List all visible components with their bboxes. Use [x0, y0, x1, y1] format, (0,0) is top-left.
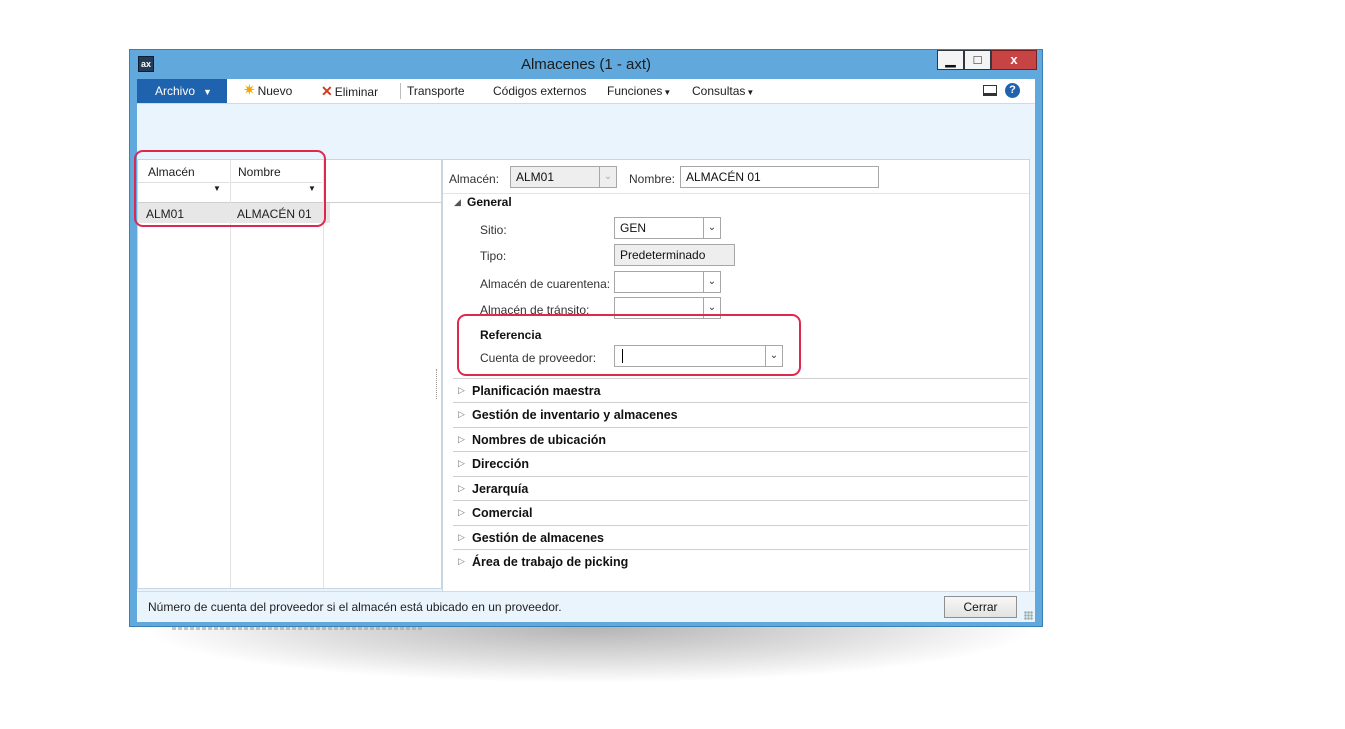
menu-separator: [400, 83, 401, 99]
fasttab-gestion-almacenes-title: Gestión de almacenes: [472, 531, 605, 545]
expand-triangle-icon: ▷: [458, 532, 465, 542]
chevron-down-icon[interactable]: ⌄: [703, 218, 720, 238]
resize-grip-icon[interactable]: [1024, 611, 1033, 620]
nombre-value: ALMACÉN 01: [686, 170, 761, 184]
fasttab-nombres-ubicacion[interactable]: ▷ Nombres de ubicación: [453, 427, 1028, 452]
dropdown-arrow-icon: ▼: [746, 88, 755, 97]
fasttab-direccion-title: Dirección: [472, 457, 529, 471]
fasttab-gestion-inventario-title: Gestión de inventario y almacenes: [472, 408, 678, 422]
funciones-label: Funciones: [607, 84, 663, 98]
layout-icon[interactable]: [983, 85, 997, 96]
status-bar: Número de cuenta del proveedor si el alm…: [137, 591, 1035, 622]
nombre-label: Nombre:: [629, 172, 676, 186]
cuarentena-field[interactable]: ⌄: [614, 271, 721, 293]
codigos-externos-button[interactable]: Códigos externos: [493, 79, 586, 103]
fasttab-jerarquia-title: Jerarquía: [472, 482, 529, 496]
section-general-title[interactable]: General: [467, 195, 512, 209]
splitter-handle[interactable]: [436, 369, 440, 399]
window-title: Almacenes (1 - axt): [520, 56, 652, 73]
expand-triangle-icon: ▷: [458, 385, 465, 395]
expand-triangle-icon: ▷: [458, 556, 465, 566]
title-bar[interactable]: ax Almacenes (1 - axt) ▁ □ x: [130, 50, 1042, 79]
background-strip: [172, 627, 422, 630]
minimize-button[interactable]: ▁: [937, 50, 964, 70]
expand-triangle-icon: ▷: [458, 409, 465, 419]
eliminar-button[interactable]: ✕ Eliminar: [321, 79, 378, 103]
tipo-field[interactable]: Predeterminado: [614, 244, 735, 266]
sitio-label: Sitio:: [480, 223, 507, 237]
fasttab-jerarquia[interactable]: ▷ Jerarquía: [453, 476, 1028, 501]
fasttab-planificacion-title: Planificación maestra: [472, 384, 601, 398]
consultas-menu[interactable]: Consultas▼: [692, 79, 754, 103]
close-window-button[interactable]: x: [991, 50, 1037, 70]
chevron-down-icon: ▼: [203, 87, 212, 97]
fasttab-nombres-ubicacion-title: Nombres de ubicación: [472, 433, 607, 447]
fasttab-picking-title: Área de trabajo de picking: [472, 555, 629, 569]
expand-triangle-icon: ▷: [458, 483, 465, 493]
dropdown-arrow-icon: ▼: [663, 88, 672, 97]
fasttab-picking[interactable]: ▷ Área de trabajo de picking: [453, 549, 1028, 574]
nombre-field[interactable]: ALMACÉN 01: [680, 166, 879, 188]
highlight-referencia: [457, 314, 801, 376]
fasttab-gestion-almacenes[interactable]: ▷ Gestión de almacenes: [453, 525, 1028, 550]
nuevo-label: Nuevo: [257, 84, 293, 98]
fasttab-planificacion[interactable]: ▷ Planificación maestra: [453, 378, 1028, 403]
delete-x-icon: ✕: [321, 83, 333, 99]
chevron-down-icon[interactable]: ⌄: [703, 272, 720, 292]
tipo-label: Tipo:: [480, 249, 507, 263]
fasttab-comercial[interactable]: ▷ Comercial: [453, 500, 1028, 525]
fasttab-gestion-inventario[interactable]: ▷ Gestión de inventario y almacenes: [453, 402, 1028, 427]
funciones-menu[interactable]: Funciones▼: [607, 79, 671, 103]
new-sun-icon: ✷: [243, 82, 256, 99]
details-pane: Almacén: ALM01 ⌄ Nombre: ALMACÉN 01 ◢ Ge…: [442, 159, 1030, 602]
expand-triangle-icon: ▷: [458, 507, 465, 517]
chevron-down-icon: ⌄: [599, 167, 616, 187]
almacen-field[interactable]: ALM01 ⌄: [510, 166, 617, 188]
highlight-grid-header: [134, 150, 326, 227]
maximize-button[interactable]: □: [964, 50, 991, 70]
help-icon[interactable]: ?: [1005, 83, 1020, 98]
consultas-label: Consultas: [692, 84, 746, 98]
cerrar-button[interactable]: Cerrar: [944, 596, 1017, 618]
nuevo-button[interactable]: ✷ Nuevo: [243, 79, 292, 103]
action-pane: Archivo ▼ ✷ Nuevo ✕ Eliminar Transporte Cód…: [137, 79, 1035, 104]
collapse-triangle-icon[interactable]: ◢: [454, 197, 461, 208]
archivo-label: Archivo: [155, 84, 196, 98]
cuarentena-label: Almacén de cuarentena:: [480, 277, 611, 291]
transporte-button[interactable]: Transporte: [407, 79, 465, 103]
sitio-value: GEN: [620, 221, 647, 235]
expand-triangle-icon: ▷: [458, 458, 465, 468]
expand-triangle-icon: ▷: [458, 434, 465, 444]
archivo-menu-button[interactable]: Archivo ▼: [137, 79, 227, 103]
almacen-value: ALM01: [516, 170, 555, 184]
status-help-text: Número de cuenta del proveedor si el alm…: [148, 600, 562, 614]
fasttab-direccion[interactable]: ▷ Dirección: [453, 451, 1028, 476]
almacen-label: Almacén:: [449, 172, 500, 186]
tipo-value: Predeterminado: [620, 248, 706, 262]
eliminar-label: Eliminar: [334, 85, 379, 99]
sitio-field[interactable]: GEN ⌄: [614, 217, 721, 239]
fasttab-comercial-title: Comercial: [472, 506, 533, 520]
